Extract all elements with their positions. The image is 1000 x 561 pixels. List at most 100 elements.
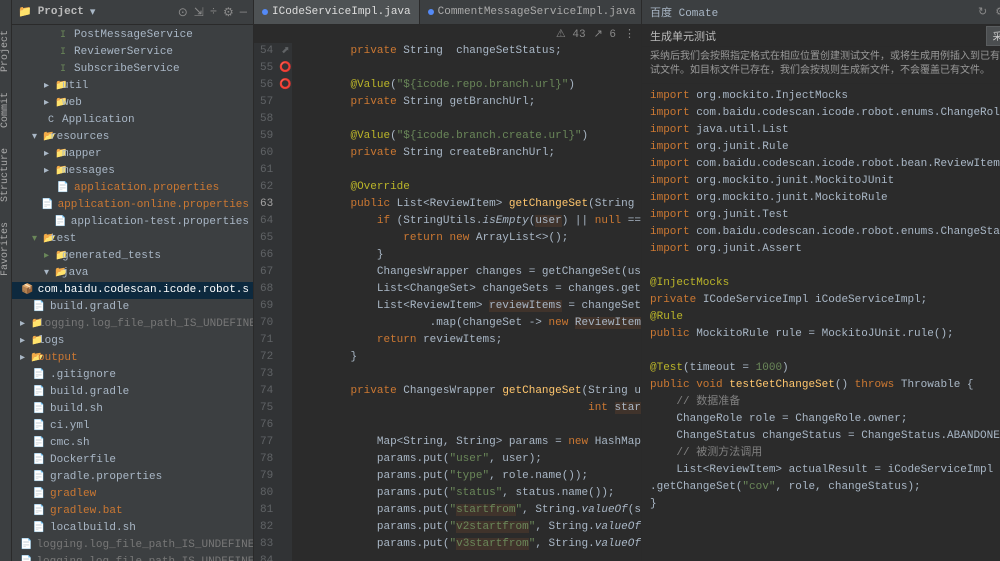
tree-label: build.sh [50,401,103,418]
gear-icon[interactable]: ⚙ [223,5,234,20]
comate-panel: 百度 Comate ↻ ⚙ — 生成单元测试 采纳 采纳后我们会按照指定格式在相… [642,0,1000,561]
tree-item[interactable]: 📄 logging.log_file_path_IS_UNDEFINEDacces… [12,554,253,561]
project-pane: 📁 Project ▾ ⊙ ⇲ ÷ ⚙ — IPostMessageServic… [12,0,254,561]
tree-item[interactable]: 📄gradlew.bat [12,503,253,520]
tree-item[interactable]: ▸ 📁 messages [12,163,253,180]
accept-button[interactable]: 采纳 [986,26,1000,46]
tree-label: PostMessageService [74,27,193,44]
tree-item[interactable]: 📄build.gradle [12,384,253,401]
rail-structure[interactable]: Structure [0,148,11,202]
tree-item[interactable]: 📄build.gradle [12,299,253,316]
tree-item[interactable]: ▸ 📁mapper [12,146,253,163]
tree-item[interactable]: IReviewerService [12,44,253,61]
tree-icon: 📄 [32,520,46,537]
tree-icon: 📄 [32,418,46,435]
tree-icon: I [56,61,70,78]
more-icon[interactable]: ⋮ [624,27,635,41]
folder-icon: 📁 [18,5,32,19]
tree-item[interactable]: ▾ 📂resources [12,129,253,146]
tree-item[interactable]: ▸ 📁 util [12,78,253,95]
tree-icon: ▾ 📂 [44,265,58,282]
editor-tabs: ICodeServiceImpl.java CommentMessageServ… [254,0,641,25]
tree-label: application-test.properties [71,214,249,231]
tree-icon: ▸ 📁 [44,78,58,95]
chevron-down-icon[interactable]: ▾ [90,5,96,19]
comate-section: 生成单元测试 [650,28,716,44]
tree-item[interactable]: 📄gradle.properties [12,469,253,486]
tree-item[interactable]: ▸ 📁 logs [12,333,253,350]
typo-badge[interactable]: ↗ 6 [594,27,616,41]
line-gutter[interactable]: 54 55 56 57 58 59 60 61 62 63 64 65 66 6… [254,43,279,561]
project-tree[interactable]: IPostMessageServiceIReviewerServiceISubs… [12,25,253,561]
tree-icon: 📄 [32,486,46,503]
tree-item[interactable]: 📄logging.log_file_path_IS_UNDEFINED [12,537,253,554]
refresh-icon[interactable]: ↻ [978,5,987,19]
tree-icon: 📄 [32,469,46,486]
tree-item[interactable]: ▾ 📂test [12,231,253,248]
tree-icon: ▸ 📁 [20,333,34,350]
tree-item[interactable]: 📄cmc.sh [12,435,253,452]
gutter-glyph[interactable]: ⬈ ⭕ ⭕ [279,43,291,561]
tree-label: web [62,95,82,112]
tree-label: logging.log_file_path_IS_UNDEFINEDaccess… [36,554,253,561]
tree-icon: 📄 [32,435,46,452]
tree-label: build.gradle [50,384,129,401]
tree-label: test [50,231,76,248]
tree-item[interactable]: IPostMessageService [12,27,253,44]
tree-item[interactable]: ▸ 📁generated_tests [12,248,253,265]
comate-code[interactable]: import org.mockito.InjectMocks import co… [642,84,1000,561]
tree-icon: 📄 [32,367,46,384]
code-area: 54 55 56 57 58 59 60 61 62 63 64 65 66 6… [254,43,641,561]
tree-item[interactable]: 📄build.sh [12,401,253,418]
comate-hint: 采纳后我们会按照指定格式在相应位置创建测试文件，或将生成用例插入到已有测试文件。… [642,47,1000,84]
tree-icon: ▸ 📁 [44,163,58,180]
tree-item[interactable]: CApplication [12,112,253,129]
hide-icon[interactable]: — [240,5,247,19]
tree-icon: 📄 [32,401,46,418]
tree-item[interactable]: ▸ 📁web [12,95,253,112]
rail-favorites[interactable]: Favorites [0,222,11,276]
tree-icon: 📄 [32,503,46,520]
tree-icon: 📄 [20,537,32,554]
tab-commentmessage[interactable]: CommentMessageServiceImpl.java [420,0,645,24]
tree-item[interactable]: 📄gradlew [12,486,253,503]
tree-label: logs [38,333,64,350]
tree-icon: ▸ 📂 [20,350,34,367]
tree-item[interactable]: 📄application-online.properties [12,197,253,214]
tree-label: ci.yml [50,418,90,435]
tree-icon: 📄 [20,554,32,561]
tree-label: Application [62,112,135,129]
collapse-icon[interactable]: ÷ [210,5,217,19]
tree-item[interactable]: ▸ 📂output [12,350,253,367]
tree-item[interactable]: 📄.gitignore [12,367,253,384]
tree-label: util [62,78,88,95]
tree-icon: 📄 [32,452,46,469]
tree-icon: C [44,112,58,129]
rail-project[interactable]: Project [0,30,11,72]
tree-item[interactable]: 📄Dockerfile [12,452,253,469]
select-opened-icon[interactable]: ⊙ [178,5,188,20]
tree-label: cmc.sh [50,435,90,452]
tree-item[interactable]: ▸ 📁logging.log_file_path_IS_UNDEFINED_hi… [12,316,253,333]
tree-label: logging.log_file_path_IS_UNDEFINED [36,537,253,554]
tab-dot-icon [262,9,268,15]
tree-item[interactable]: ISubscribeService [12,61,253,78]
tree-label: com.baidu.codescan.icode.robot.s [38,282,249,299]
source-code[interactable]: private String changeSetStatus; @Value("… [292,43,641,561]
tree-label: .gitignore [50,367,116,384]
gear-icon[interactable]: ⚙ [995,5,1000,19]
tree-item[interactable]: ▾ 📂java [12,265,253,282]
tree-item[interactable]: 📄localbuild.sh [12,520,253,537]
expand-icon[interactable]: ⇲ [194,5,204,20]
tree-item[interactable]: 📄application.properties [12,180,253,197]
tree-label: mapper [62,146,102,163]
tree-item[interactable]: 📄ci.yml [12,418,253,435]
rail-commit[interactable]: Commit [0,92,11,128]
warning-badge[interactable]: ⚠ 43 [556,27,586,41]
tree-icon: ▾ 📂 [32,129,46,146]
tree-label: messages [62,163,115,180]
tree-item[interactable]: 📦com.baidu.codescan.icode.robot.s [12,282,253,299]
tree-item[interactable]: 📄application-test.properties [12,214,253,231]
tab-icodeservice[interactable]: ICodeServiceImpl.java [254,0,420,24]
tree-label: localbuild.sh [50,520,136,537]
